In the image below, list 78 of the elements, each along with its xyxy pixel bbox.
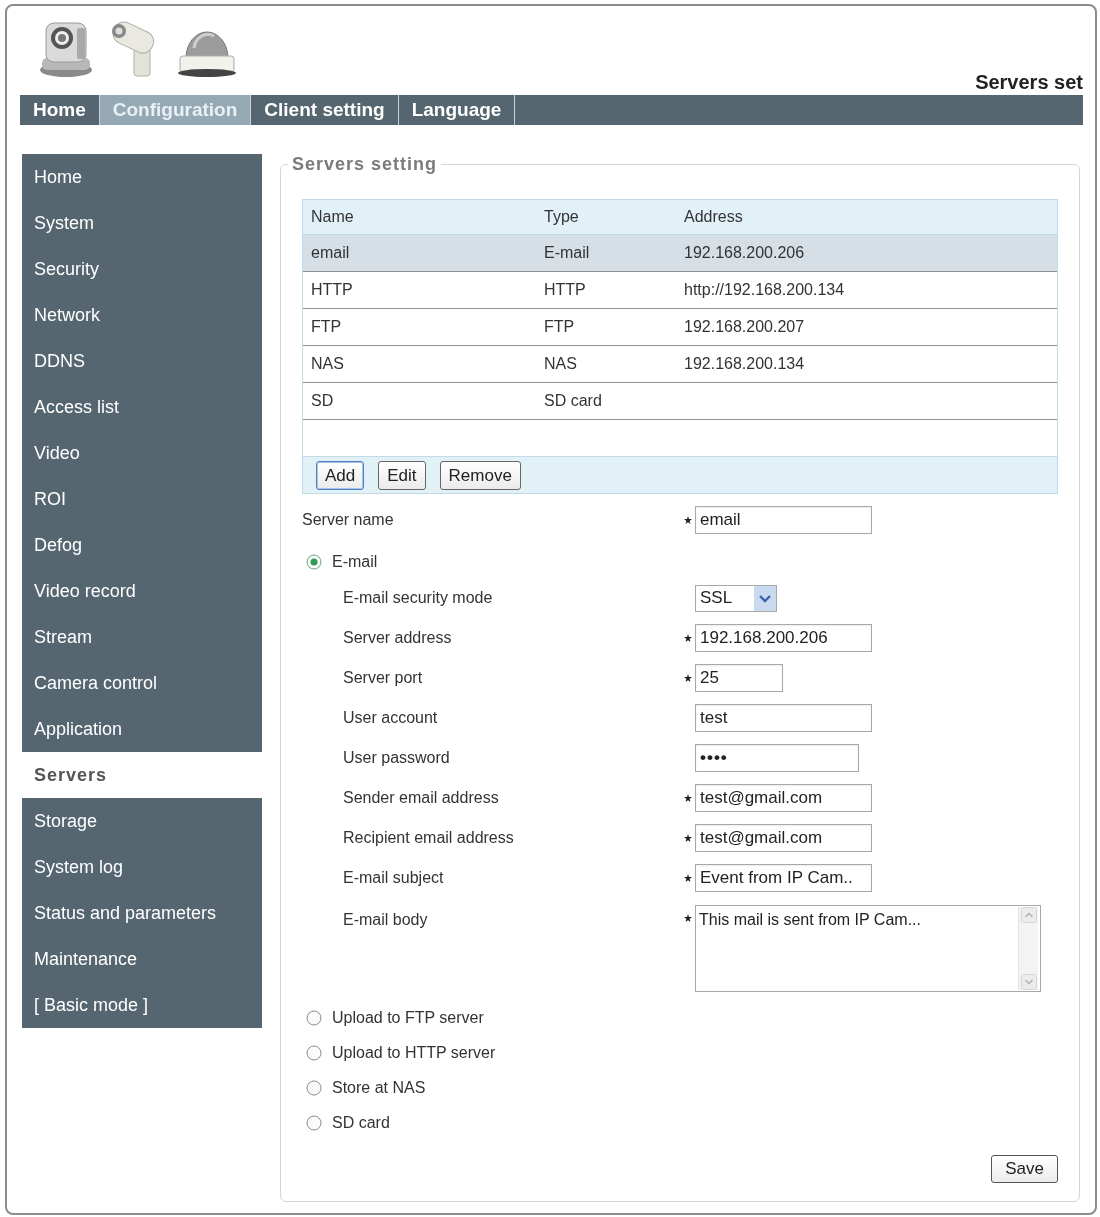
toolbar-button[interactable]: Edit [378, 460, 426, 490]
sidebar-item[interactable]: Storage [22, 798, 262, 844]
field-label: Server name [302, 511, 394, 528]
toolbar-button[interactable]: Add [316, 460, 365, 490]
sidebar-item[interactable]: Maintenance [22, 936, 262, 982]
field-label: E-mail subject [343, 869, 444, 886]
text-field[interactable]: test@gmail.com [695, 784, 872, 812]
sidebar-item[interactable]: DDNS [22, 338, 262, 384]
toolbar-button[interactable]: Remove [439, 460, 521, 490]
table-cell-text: 192.168.200.207 [684, 317, 805, 337]
sidebar-item[interactable]: ROI [22, 476, 262, 522]
text-field[interactable]: email [695, 506, 872, 534]
text-field[interactable]: 192.168.200.206 [695, 624, 872, 652]
sidebar-item[interactable]: Video [22, 430, 262, 476]
table-cell-text: SD card [544, 391, 602, 411]
sidebar-item[interactable]: Access list [22, 384, 262, 430]
radio-button[interactable] [306, 1010, 322, 1026]
sidebar-item[interactable]: Video record [22, 568, 262, 614]
sidebar-item[interactable]: Security [22, 246, 262, 292]
column-header: Name [311, 207, 354, 227]
radio-button[interactable] [306, 1080, 322, 1096]
field-label: User password [343, 749, 450, 766]
chevron-down-icon[interactable] [754, 585, 776, 611]
sidebar-item[interactable]: Home [22, 154, 262, 200]
password-field[interactable]: •••• [695, 744, 859, 772]
sidebar-item[interactable]: System log [22, 844, 262, 890]
column-header: Type [544, 207, 579, 227]
table-cell-text: E-mail [544, 243, 590, 263]
field-label: User account [343, 709, 438, 726]
text-field[interactable]: Event from IP Cam.. [695, 864, 872, 892]
radio-label: Upload to FTP server [332, 1008, 484, 1028]
sidebar-item[interactable]: Network [22, 292, 262, 338]
radio-button[interactable] [306, 1045, 322, 1061]
sidebar-item[interactable]: System [22, 200, 262, 246]
table-cell-text: 192.168.200.206 [684, 243, 805, 263]
table-cell-text: FTP [311, 317, 342, 337]
text-area-field[interactable]: This mail is sent from IP Cam... [695, 905, 1041, 992]
column-header: Address [684, 207, 743, 227]
field-label: Server address [343, 629, 452, 646]
sidebar-item[interactable]: Application [22, 706, 262, 752]
text-field[interactable]: test [695, 704, 872, 732]
field-label: Server port [343, 669, 423, 686]
table-cell-text: FTP [544, 317, 575, 337]
scrollbar[interactable] [1018, 907, 1038, 990]
radio-label: SD card [332, 1113, 390, 1133]
table-cell-text: SD [311, 391, 334, 411]
radio-label: E-mail [332, 552, 378, 572]
table-cell-text: NAS [311, 354, 344, 374]
table-cell-text: HTTP [311, 280, 353, 300]
panel-title: Servers setting [291, 154, 439, 174]
radio-label: Upload to HTTP server [332, 1043, 496, 1063]
field-label: E-mail body [343, 911, 428, 928]
save-button[interactable]: Save [991, 1155, 1058, 1183]
nav-tab[interactable]: Home [20, 95, 100, 125]
field-label: Recipient email address [343, 829, 514, 846]
nav-tab[interactable]: Client setting [251, 95, 399, 125]
field-label: E-mail security mode [343, 589, 493, 606]
sidebar-item[interactable]: Camera control [22, 660, 262, 706]
sidebar-item[interactable]: Defog [22, 522, 262, 568]
table-cell-text: 192.168.200.134 [684, 354, 805, 374]
number-field[interactable]: 25 [695, 664, 783, 692]
sidebar-item[interactable]: [ Basic mode ] [22, 982, 262, 1028]
radio-label: Store at NAS [332, 1078, 426, 1098]
camera-icon [38, 20, 94, 78]
dropdown-field[interactable]: SSL [695, 584, 777, 612]
radio-button[interactable] [306, 1115, 322, 1131]
sidebar-item[interactable]: Stream [22, 614, 262, 660]
nav-tab[interactable]: Language [398, 95, 516, 125]
page-title: Servers set [975, 70, 1083, 94]
radio-button[interactable] [306, 554, 322, 570]
table-cell-text: http://192.168.200.134 [684, 280, 845, 300]
table-cell-text: NAS [544, 354, 577, 374]
table-cell-text: HTTP [544, 280, 586, 300]
field-label: Sender email address [343, 789, 499, 806]
sidebar-item[interactable]: Status and parameters [22, 890, 262, 936]
table-row[interactable]: email E-mail 192.168.200.206 [303, 235, 1057, 272]
text-field[interactable]: test@gmail.com [695, 824, 872, 852]
table-cell-text: email [311, 243, 350, 263]
